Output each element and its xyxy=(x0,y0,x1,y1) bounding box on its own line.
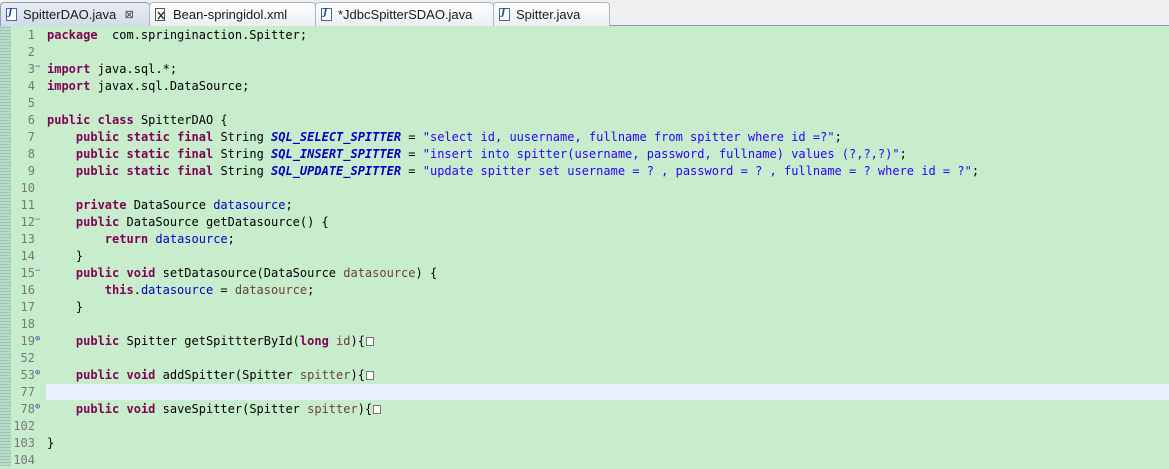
code-line[interactable]: 11 private DataSource datasource; xyxy=(0,197,1169,214)
code-line[interactable]: 104 xyxy=(0,452,1169,469)
code-line[interactable]: 13 return datasource; xyxy=(0,231,1169,248)
code-text: this.datasource = datasource; xyxy=(104,283,315,297)
java-file-icon: J xyxy=(321,8,332,21)
line-number: 8 xyxy=(27,147,35,161)
code-text: package com.springinaction.Spitter; xyxy=(47,28,308,42)
code-line[interactable]: 16 this.datasource = datasource; xyxy=(0,282,1169,299)
code-text: } xyxy=(47,300,84,314)
line-number: 15 xyxy=(20,266,35,280)
java-file-icon: J xyxy=(499,8,510,21)
collapse-fold-icon[interactable]: − xyxy=(35,265,44,278)
code-text: public static final String SQL_UPDATE_SP… xyxy=(75,164,980,178)
line-number: 104 xyxy=(13,453,35,467)
collapse-fold-icon[interactable]: − xyxy=(35,214,44,227)
tab-label: Spitter.java xyxy=(516,7,581,22)
tab-bean-springidol-xml[interactable]: Bean-springidol.xml xyxy=(149,2,316,26)
code-text: import javax.sql.DataSource; xyxy=(47,79,250,93)
line-number: 14 xyxy=(20,249,35,263)
code-text: public static final String SQL_INSERT_SP… xyxy=(75,147,907,161)
code-line[interactable]: 12− public DataSource getDatasource() { xyxy=(0,214,1169,231)
line-number: 2 xyxy=(27,45,35,59)
tab-spitter-java[interactable]: J Spitter.java xyxy=(493,2,610,26)
code-line[interactable]: 5 xyxy=(0,95,1169,112)
tab-label: *JdbcSpitterSDAO.java xyxy=(338,7,473,22)
code-text: public void saveSpitter(Spitter spitter)… xyxy=(47,401,382,418)
tab-jdbcspittersdao-java[interactable]: J *JdbcSpitterSDAO.java xyxy=(315,2,494,26)
java-file-icon: J xyxy=(6,8,17,21)
code-text: } xyxy=(47,249,84,263)
line-number: 18 xyxy=(20,317,35,331)
code-text: public static final String SQL_SELECT_SP… xyxy=(75,130,842,144)
expand-fold-icon[interactable]: ⊕ xyxy=(35,333,44,346)
code-line[interactable]: 9 public static final String SQL_UPDATE_… xyxy=(0,163,1169,180)
code-line[interactable]: 52 xyxy=(0,350,1169,367)
code-text: public Spitter getSpittterById(long id){ xyxy=(47,333,374,350)
code-line[interactable]: 77 xyxy=(0,384,1169,401)
code-line[interactable]: 1 package com.springinaction.Spitter; xyxy=(0,27,1169,44)
code-text: return datasource; xyxy=(104,232,235,246)
line-number: 52 xyxy=(20,351,35,365)
close-icon[interactable]: ⊠ xyxy=(124,8,134,21)
code-line[interactable]: 8 public static final String SQL_INSERT_… xyxy=(0,146,1169,163)
line-number: 11 xyxy=(20,198,35,212)
line-number: 17 xyxy=(20,300,35,314)
expand-fold-icon[interactable]: ⊕ xyxy=(35,367,44,380)
code-line[interactable]: 4 import javax.sql.DataSource; xyxy=(0,78,1169,95)
editor-tab-bar: J SpitterDAO.java ⊠ Bean-springidol.xml … xyxy=(0,0,1169,26)
collapsed-block-icon[interactable] xyxy=(365,371,374,380)
code-line[interactable]: 18 xyxy=(0,316,1169,333)
code-line[interactable]: 78 ⊕ public void saveSpitter(Spitter spit… xyxy=(0,401,1169,418)
code-line[interactable]: 102 xyxy=(0,418,1169,435)
code-text: public class SpitterDAO { xyxy=(47,113,228,127)
line-number: 103 xyxy=(13,436,35,450)
line-number: 19 xyxy=(20,334,35,348)
code-line[interactable]: 17 } xyxy=(0,299,1169,316)
code-line[interactable]: 6 public class SpitterDAO { xyxy=(0,112,1169,129)
code-line[interactable]: 3− import java.sql.*; xyxy=(0,61,1169,78)
line-number: 7 xyxy=(27,130,35,144)
line-number: 77 xyxy=(20,385,35,399)
code-line[interactable]: 7 public static final String SQL_SELECT_… xyxy=(0,129,1169,146)
line-number: 16 xyxy=(20,283,35,297)
code-line[interactable]: 2 xyxy=(0,44,1169,61)
collapse-fold-icon[interactable]: − xyxy=(35,61,44,74)
line-number: 3 xyxy=(27,62,35,76)
collapsed-block-icon[interactable] xyxy=(365,337,374,346)
code-line[interactable]: 19 ⊕ public Spitter getSpittterById(long … xyxy=(0,333,1169,350)
code-line[interactable]: 14 } xyxy=(0,248,1169,265)
tab-spitterdao-java[interactable]: J SpitterDAO.java ⊠ xyxy=(0,2,150,26)
code-line[interactable]: 15− public void setDatasource(DataSource… xyxy=(0,265,1169,282)
code-text: public DataSource getDatasource() { xyxy=(75,215,329,229)
code-text: import java.sql.*; xyxy=(47,62,178,76)
code-line[interactable]: 10 xyxy=(0,180,1169,197)
expand-fold-icon[interactable]: ⊕ xyxy=(35,401,44,414)
line-number: 102 xyxy=(13,419,35,433)
line-number: 10 xyxy=(20,181,35,195)
code-text: } xyxy=(47,436,55,450)
code-text: public void addSpitter(Spitter spitter){ xyxy=(47,367,374,384)
line-number: 53 xyxy=(20,368,35,382)
collapsed-block-icon[interactable] xyxy=(373,405,382,414)
line-number: 4 xyxy=(27,79,35,93)
line-number: 13 xyxy=(20,232,35,246)
xml-file-icon xyxy=(155,8,167,21)
line-number: 78 xyxy=(20,402,35,416)
line-number: 5 xyxy=(27,96,35,110)
code-editor[interactable]: 1 package com.springinaction.Spitter; 2 3− i… xyxy=(0,26,1169,469)
line-number: 6 xyxy=(27,113,35,127)
line-number: 1 xyxy=(27,28,35,42)
code-text: private DataSource datasource; xyxy=(75,198,293,212)
code-text: public void setDatasource(DataSource dat… xyxy=(75,266,438,280)
tab-label: SpitterDAO.java xyxy=(23,7,117,22)
line-number: 9 xyxy=(27,164,35,178)
code-line[interactable]: 103} xyxy=(0,435,1169,452)
tab-label: Bean-springidol.xml xyxy=(173,7,288,22)
line-number: 12 xyxy=(20,215,35,229)
code-line[interactable]: 53 ⊕ public void addSpitter(Spitter spitt… xyxy=(0,367,1169,384)
